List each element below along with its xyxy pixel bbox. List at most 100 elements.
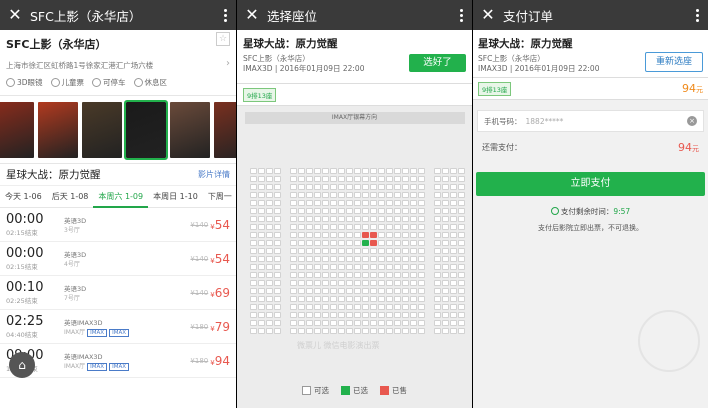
seat[interactable] — [394, 288, 401, 294]
seat[interactable] — [338, 240, 345, 246]
seat[interactable] — [402, 280, 409, 286]
seat[interactable] — [442, 232, 449, 238]
seat[interactable] — [370, 296, 377, 302]
seat[interactable] — [330, 280, 337, 286]
seat[interactable] — [346, 216, 353, 222]
seat[interactable] — [418, 272, 425, 278]
seat[interactable] — [290, 272, 297, 278]
seat[interactable] — [442, 176, 449, 182]
seat[interactable] — [274, 200, 281, 206]
seat[interactable] — [394, 216, 401, 222]
seat[interactable] — [418, 176, 425, 182]
seat[interactable] — [322, 248, 329, 254]
seat[interactable] — [322, 176, 329, 182]
seat[interactable] — [346, 296, 353, 302]
seat[interactable] — [306, 312, 313, 318]
seat[interactable] — [354, 280, 361, 286]
seat[interactable] — [258, 288, 265, 294]
seat[interactable] — [314, 208, 321, 214]
seat[interactable] — [386, 296, 393, 302]
showtime-row[interactable]: 00:00 02:15结束 英语3D 4号厅 ¥140 ¥54 — [0, 242, 236, 276]
seat[interactable] — [410, 224, 417, 230]
seat[interactable] — [258, 248, 265, 254]
more-menu-icon[interactable] — [686, 8, 708, 22]
seat[interactable] — [410, 328, 417, 334]
seat[interactable] — [266, 248, 273, 254]
seat[interactable] — [418, 216, 425, 222]
seat[interactable] — [418, 312, 425, 318]
seat[interactable] — [338, 264, 345, 270]
seat[interactable] — [442, 208, 449, 214]
seat[interactable] — [322, 328, 329, 334]
seat[interactable] — [258, 216, 265, 222]
seat[interactable] — [322, 184, 329, 190]
seat[interactable] — [322, 224, 329, 230]
seat[interactable] — [362, 168, 369, 174]
seat[interactable] — [458, 280, 465, 286]
seat[interactable] — [370, 280, 377, 286]
seat[interactable] — [266, 304, 273, 310]
seat[interactable] — [338, 184, 345, 190]
seat[interactable] — [290, 192, 297, 198]
seat[interactable] — [394, 320, 401, 326]
seat[interactable] — [450, 176, 457, 182]
seat[interactable] — [250, 312, 257, 318]
seat[interactable] — [418, 192, 425, 198]
seat[interactable] — [306, 168, 313, 174]
seat[interactable] — [258, 304, 265, 310]
seat[interactable] — [450, 272, 457, 278]
seat[interactable] — [274, 256, 281, 262]
seat[interactable] — [266, 256, 273, 262]
seat[interactable] — [434, 240, 441, 246]
phone-field[interactable]: 手机号码： 1882***** × — [477, 110, 704, 132]
seat[interactable] — [306, 272, 313, 278]
seat[interactable] — [370, 192, 377, 198]
seat[interactable] — [290, 320, 297, 326]
seat[interactable] — [258, 176, 265, 182]
seat[interactable] — [450, 240, 457, 246]
seat[interactable] — [330, 256, 337, 262]
seat[interactable] — [442, 304, 449, 310]
seat[interactable] — [442, 224, 449, 230]
seat[interactable] — [378, 320, 385, 326]
seat[interactable] — [458, 304, 465, 310]
seat[interactable] — [258, 240, 265, 246]
seat-map[interactable] — [250, 168, 466, 336]
seat[interactable] — [290, 248, 297, 254]
movie-detail-link[interactable]: 影片详情 — [198, 169, 230, 180]
seat[interactable] — [458, 288, 465, 294]
seat[interactable] — [386, 224, 393, 230]
seat[interactable] — [314, 272, 321, 278]
seat[interactable] — [274, 304, 281, 310]
seat[interactable] — [418, 288, 425, 294]
seat[interactable] — [322, 232, 329, 238]
seat[interactable] — [338, 192, 345, 198]
seat[interactable] — [394, 176, 401, 182]
seat[interactable] — [346, 240, 353, 246]
seat[interactable] — [330, 264, 337, 270]
more-menu-icon[interactable] — [214, 8, 236, 22]
seat[interactable] — [370, 328, 377, 334]
clear-icon[interactable]: × — [687, 116, 697, 126]
seat[interactable] — [394, 312, 401, 318]
seat[interactable] — [386, 328, 393, 334]
seat[interactable] — [314, 232, 321, 238]
seat[interactable] — [314, 280, 321, 286]
home-icon[interactable]: ⌂ — [9, 352, 35, 378]
seat[interactable] — [402, 288, 409, 294]
seat[interactable] — [314, 200, 321, 206]
seat[interactable] — [250, 208, 257, 214]
seat[interactable] — [370, 208, 377, 214]
seat[interactable] — [450, 280, 457, 286]
close-icon[interactable]: ✕ — [237, 0, 267, 30]
seat[interactable] — [394, 256, 401, 262]
seat[interactable] — [458, 208, 465, 214]
seat[interactable] — [354, 216, 361, 222]
seat[interactable] — [298, 288, 305, 294]
confirm-seats-button[interactable]: 选好了 — [409, 54, 466, 72]
seat[interactable] — [346, 232, 353, 238]
seat[interactable] — [354, 240, 361, 246]
seat[interactable] — [330, 272, 337, 278]
seat[interactable] — [450, 192, 457, 198]
movie-poster[interactable] — [214, 102, 236, 158]
